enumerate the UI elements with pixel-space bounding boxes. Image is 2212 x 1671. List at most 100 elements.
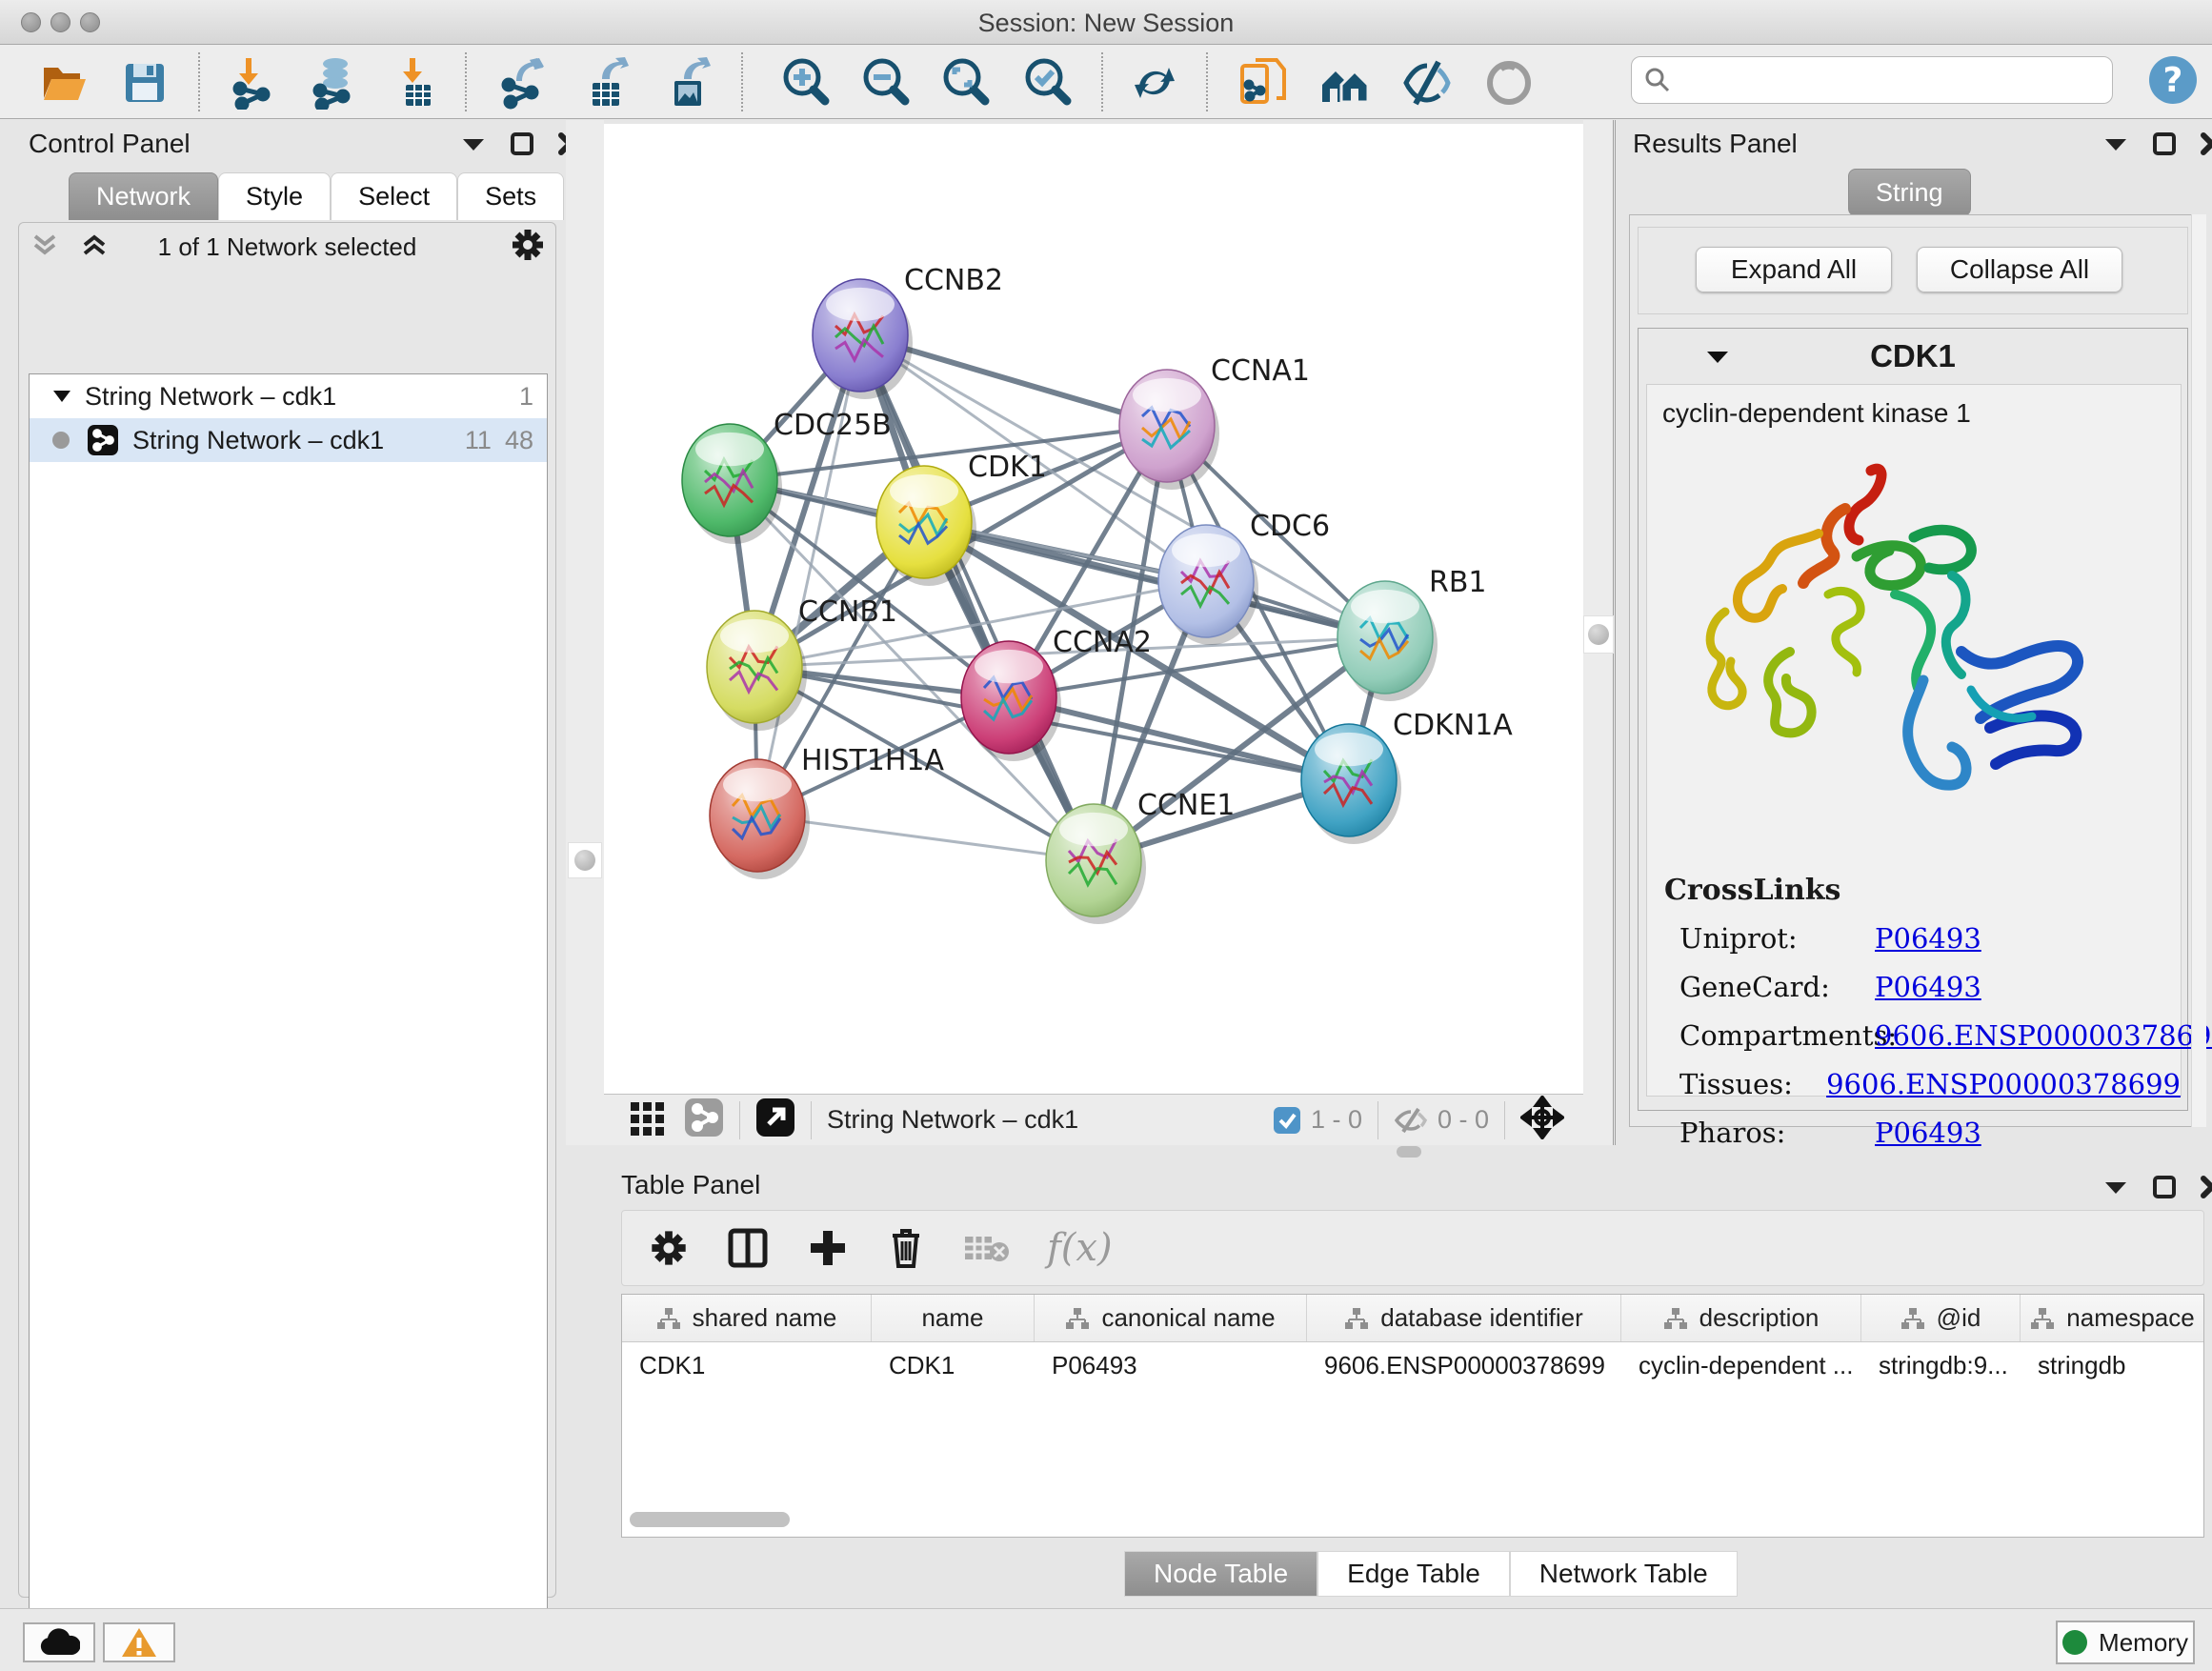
node-table[interactable]: shared namenamecanonical namedatabase id… [621,1294,2204,1538]
table-horizontal-scrollbar[interactable] [630,1512,790,1527]
cell-namespace[interactable]: stringdb [2021,1351,2204,1380]
crosslink-link[interactable]: 9606.ENSP00000378699 [1826,1068,2181,1100]
show-all-icon[interactable] [1482,56,1536,110]
column-header-name[interactable]: name [872,1295,1035,1341]
memory-button[interactable]: Memory [2056,1621,2195,1664]
node-CDC6[interactable]: CDC6 [1158,510,1330,645]
node-CDK1[interactable]: CDK1 [876,451,1047,586]
expand-all-button[interactable]: Expand All [1696,247,1892,292]
tab-network[interactable]: Network [69,172,218,220]
hide-selected-icon[interactable] [1400,56,1454,110]
left-splitter[interactable] [566,120,604,1145]
maximize-panel-icon[interactable] [2153,1176,2176,1198]
table-row[interactable]: CDK1CDK1P064939606.ENSP00000378699cyclin… [622,1342,2203,1388]
column-header--id[interactable]: @id [1861,1295,2021,1341]
network-options-gear-icon[interactable] [510,227,546,268]
tab-string[interactable]: String [1848,169,1971,216]
cloud-services-button[interactable] [23,1622,95,1662]
cell-description[interactable]: cyclin-dependent ... [1621,1351,1861,1380]
node-label-RB1: RB1 [1429,566,1487,599]
open-file-icon[interactable] [38,56,91,110]
column-header-shared-name[interactable]: shared name [622,1295,872,1341]
tab-edge-table[interactable]: Edge Table [1317,1551,1510,1597]
node-result-header[interactable]: CDK1 [1639,329,2187,384]
detach-view-icon[interactable] [755,1097,795,1142]
node-HIST1H1A[interactable]: HIST1H1A [710,744,945,879]
selected-checkbox-icon[interactable] [1273,1106,1301,1135]
search-input[interactable] [1672,65,2091,96]
crosslink-link[interactable]: P06493 [1875,922,1981,955]
table-toolbar: f(x) [621,1210,2204,1286]
cell-shared-name[interactable]: CDK1 [622,1351,872,1380]
import-network-from-database-icon[interactable] [307,56,360,110]
export-network-icon[interactable] [497,56,551,110]
network-canvas[interactable]: CCNB2CCNA1CDC25BCDK1CDC6RB1CCNB1CCNA2CDK… [604,124,1583,1094]
zoom-selected-icon[interactable] [1021,56,1075,110]
crosslink-link[interactable]: P06493 [1875,1117,1981,1149]
cell-database-identifier[interactable]: 9606.ENSP00000378699 [1307,1351,1621,1380]
tab-node-table[interactable]: Node Table [1124,1551,1317,1597]
import-table-icon[interactable] [391,56,444,110]
close-panel-icon[interactable] [2201,1176,2212,1198]
export-image-icon[interactable] [663,56,716,110]
node-CCNE1[interactable]: CCNE1 [1046,789,1235,924]
crosslink-label: Uniprot: [1679,922,1875,955]
cell-canonical-name[interactable]: P06493 [1035,1351,1307,1380]
float-panel-icon[interactable] [461,135,486,152]
cell--id[interactable]: stringdb:9... [1861,1351,2021,1380]
crosslink-row: Compartments:9606.ENSP00000378699 [1679,1019,2181,1052]
node-RB1[interactable]: RB1 [1337,566,1487,701]
crosslink-link[interactable]: 9606.ENSP00000378699 [1875,1019,2212,1052]
cell-name[interactable]: CDK1 [872,1351,1035,1380]
crosslink-link[interactable]: P06493 [1875,971,1981,1003]
node-label-CCNE1: CCNE1 [1137,789,1235,822]
node-CCNB1[interactable]: CCNB1 [707,595,897,731]
results-scrollbar[interactable] [2191,214,2206,1127]
float-panel-icon[interactable] [2103,1178,2128,1196]
collapse-entry-icon[interactable] [1705,348,1730,365]
node-count: 11 [465,426,492,455]
create-column-icon[interactable] [807,1227,849,1269]
apply-layout-icon[interactable] [1128,56,1181,110]
show-columns-icon[interactable] [727,1227,769,1269]
maximize-panel-icon[interactable] [511,132,533,155]
duplicate-network-icon[interactable] [1237,56,1290,110]
tab-sets[interactable]: Sets [457,172,564,220]
import-network-icon[interactable] [227,56,280,110]
zoom-out-icon[interactable] [859,56,913,110]
column-header-namespace[interactable]: namespace [2021,1295,2204,1341]
collapse-arrow-icon[interactable] [52,389,71,404]
left-splitter-knob[interactable] [568,842,602,878]
network-overview-icon[interactable] [684,1097,724,1142]
table-options-gear-icon[interactable] [649,1228,689,1268]
shared-column-icon [656,1307,681,1330]
first-neighbors-icon[interactable] [1318,56,1372,110]
network-row-selected[interactable]: String Network – cdk1 11 48 [30,418,547,462]
zoom-fit-icon[interactable] [939,56,993,110]
help-button[interactable]: ? [2147,54,2199,106]
tab-select[interactable]: Select [331,172,457,220]
export-table-icon[interactable] [581,56,634,110]
node-CCNB2[interactable]: CCNB2 [813,264,1003,399]
save-session-icon[interactable] [118,56,171,110]
column-header-canonical-name[interactable]: canonical name [1035,1295,1307,1341]
toolbar-separator [1206,52,1208,111]
node-CDKN1A[interactable]: CDKN1A [1301,709,1513,844]
pan-tool-icon[interactable] [1520,1096,1564,1144]
collapse-all-button[interactable]: Collapse All [1917,247,2122,292]
birdseye-grid-icon[interactable] [629,1098,667,1141]
tab-style[interactable]: Style [218,172,331,220]
column-header-database-identifier[interactable]: database identifier [1307,1295,1621,1341]
delete-column-icon[interactable] [887,1226,925,1270]
right-splitter-knob[interactable] [1583,615,1614,654]
close-panel-icon[interactable] [2201,132,2212,155]
zoom-in-icon[interactable] [779,56,833,110]
column-header-description[interactable]: description [1621,1295,1861,1341]
right-splitter[interactable] [1583,120,1616,1145]
network-collection-row[interactable]: String Network – cdk1 1 [30,374,547,418]
main-toolbar: ? [0,45,2212,119]
warnings-button[interactable] [103,1622,175,1662]
maximize-panel-icon[interactable] [2153,132,2176,155]
float-panel-icon[interactable] [2103,135,2128,152]
tab-network-table[interactable]: Network Table [1510,1551,1738,1597]
